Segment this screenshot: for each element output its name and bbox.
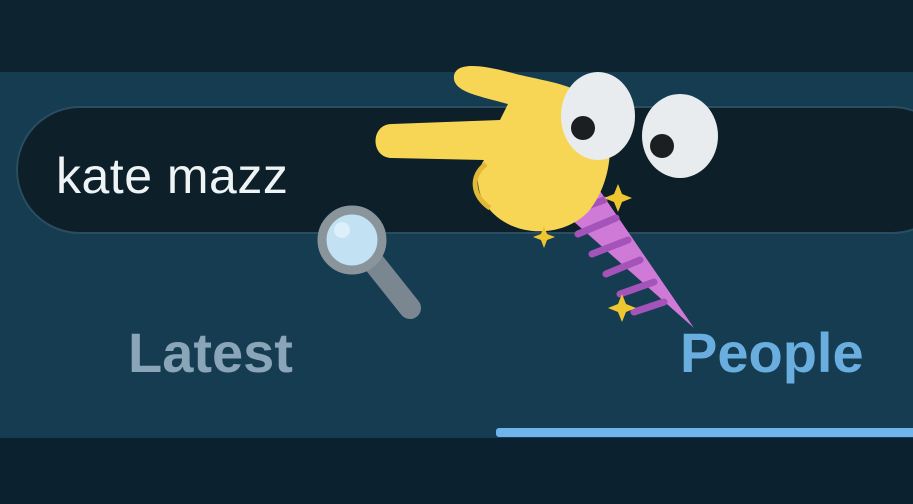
magnifying-glass-icon [317,205,421,319]
sticker-overlay [317,66,718,328]
search-screen: kate mazz Latest People [0,0,913,504]
